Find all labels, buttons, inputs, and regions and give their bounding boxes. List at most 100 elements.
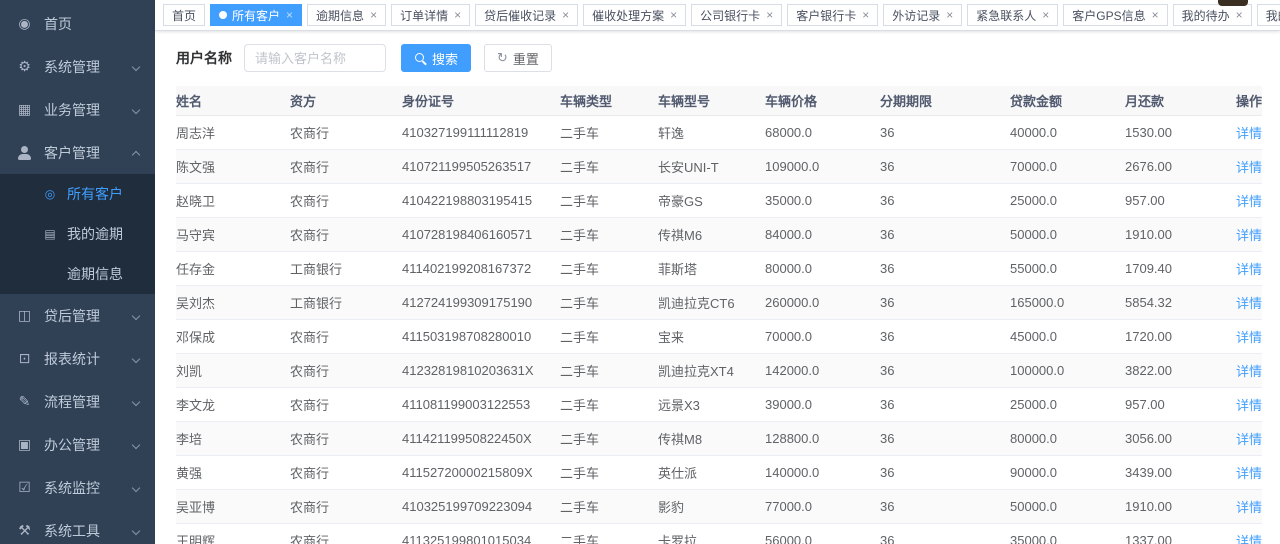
- table-cell: 农商行: [290, 183, 402, 217]
- close-icon[interactable]: ×: [286, 9, 293, 21]
- detail-link[interactable]: 详情: [1236, 432, 1262, 447]
- table-cell: 50000.0: [1010, 489, 1125, 523]
- table-cell: 轩逸: [658, 115, 765, 149]
- table-cell: 35000.0: [765, 183, 880, 217]
- table-cell: 农商行: [290, 217, 402, 251]
- table-cell-action: 详情: [1235, 251, 1262, 285]
- close-icon[interactable]: ×: [454, 9, 461, 21]
- table-cell: 68000.0: [765, 115, 880, 149]
- table-cell: 农商行: [290, 489, 402, 523]
- detail-link[interactable]: 详情: [1236, 194, 1262, 209]
- table-cell: 农商行: [290, 523, 402, 544]
- sidebar-menu-item[interactable]: ◉ 首页: [0, 2, 155, 45]
- sidebar-menu-item[interactable]: ⊡ 报表统计: [0, 337, 155, 380]
- table-cell: 70000.0: [1010, 149, 1125, 183]
- detail-link[interactable]: 详情: [1236, 296, 1262, 311]
- table-cell: 吴亚博: [176, 489, 290, 523]
- table-cell-action: 详情: [1235, 455, 1262, 489]
- table-cell: 41152720000215809X: [402, 455, 560, 489]
- tab[interactable]: 客户GPS信息 ×: [1063, 4, 1167, 26]
- sidebar-submenu-item[interactable]: ◎ 所有客户: [0, 174, 155, 214]
- tab[interactable]: 所有客户 ×: [210, 4, 302, 26]
- table-cell: 1709.40: [1125, 251, 1235, 285]
- detail-link[interactable]: 详情: [1236, 398, 1262, 413]
- tab[interactable]: 贷后催收记录 ×: [475, 4, 578, 26]
- close-icon[interactable]: ×: [670, 9, 677, 21]
- table-cell: 3439.00: [1125, 455, 1235, 489]
- tab[interactable]: 催收处理方案 ×: [583, 4, 686, 26]
- table-cell: 任存金: [176, 251, 290, 285]
- detail-link[interactable]: 详情: [1236, 364, 1262, 379]
- sidebar-menu-item[interactable]: 客户管理: [0, 131, 155, 174]
- submenu-item-label: 我的逾期: [67, 224, 155, 244]
- close-icon[interactable]: ×: [1236, 9, 1243, 21]
- detail-link[interactable]: 详情: [1236, 330, 1262, 345]
- tab[interactable]: 逾期信息 ×: [307, 4, 386, 26]
- detail-link[interactable]: 详情: [1236, 126, 1262, 141]
- tab[interactable]: 紧急联系人 ×: [967, 4, 1058, 26]
- sidebar-menu-item[interactable]: ☑ 系统监控: [0, 466, 155, 509]
- tab[interactable]: 首页: [163, 4, 205, 26]
- tab[interactable]: 我的流程 ×: [1257, 4, 1280, 26]
- detail-link[interactable]: 详情: [1236, 466, 1262, 481]
- table-cell: 卡罗拉: [658, 523, 765, 544]
- detail-link[interactable]: 详情: [1236, 262, 1262, 277]
- table-cell: 3056.00: [1125, 421, 1235, 455]
- table-cell: 41232819810203631X: [402, 353, 560, 387]
- tags-view: 首页 所有客户 × 逾期信息 × 订单详情 × 贷后催收记录 × 催收处理方案 …: [155, 0, 1280, 31]
- tab[interactable]: 我的待办 ×: [1173, 4, 1252, 26]
- table-cell: 36: [880, 387, 1010, 421]
- close-icon[interactable]: ×: [862, 9, 869, 21]
- tab[interactable]: 客户银行卡 ×: [787, 4, 878, 26]
- sidebar-submenu-item[interactable]: 逾期信息: [0, 254, 155, 294]
- column-header: 车辆类型: [560, 86, 658, 115]
- sidebar-menu-item[interactable]: ⚙ 系统管理: [0, 45, 155, 88]
- submenu-item-label: 所有客户: [67, 184, 155, 204]
- tab-label: 外访记录: [892, 7, 940, 24]
- table-cell: 二手车: [560, 251, 658, 285]
- detail-link[interactable]: 详情: [1236, 500, 1262, 515]
- chevron-down-icon: [132, 397, 140, 405]
- table-row: 陈文强农商行410721199505263517二手车长安UNI-T109000…: [176, 149, 1262, 183]
- table-cell-action: 详情: [1235, 183, 1262, 217]
- table-cell: 马守宾: [176, 217, 290, 251]
- table-cell: 56000.0: [765, 523, 880, 544]
- table-cell: 刘凯: [176, 353, 290, 387]
- detail-link[interactable]: 详情: [1236, 228, 1262, 243]
- close-icon[interactable]: ×: [766, 9, 773, 21]
- table-cell: 5854.32: [1125, 285, 1235, 319]
- column-header: 分期期限: [880, 86, 1010, 115]
- tab-label: 逾期信息: [316, 7, 364, 24]
- close-icon[interactable]: ×: [946, 9, 953, 21]
- search-button[interactable]: 搜索: [401, 44, 471, 72]
- search-field-label: 用户名称: [176, 48, 232, 68]
- sidebar-submenu-item[interactable]: ▤ 我的逾期: [0, 214, 155, 254]
- close-icon[interactable]: ×: [370, 9, 377, 21]
- table-cell: 100000.0: [1010, 353, 1125, 387]
- tab[interactable]: 公司银行卡 ×: [691, 4, 782, 26]
- detail-link[interactable]: 详情: [1236, 160, 1262, 175]
- sidebar-menu: ◉ 首页 ⚙ 系统管理 ▦ 业务管理 客户管理 ◎ 所有客户 ▤ 我的逾期 逾期…: [0, 2, 155, 544]
- detail-link[interactable]: 详情: [1236, 534, 1262, 544]
- table-cell: 二手车: [560, 489, 658, 523]
- table-cell-action: 详情: [1235, 353, 1262, 387]
- search-input[interactable]: [244, 44, 386, 72]
- close-icon[interactable]: ×: [562, 9, 569, 21]
- table-cell: 41142119950822450X: [402, 421, 560, 455]
- table-cell: 35000.0: [1010, 523, 1125, 544]
- table-cell: 远景X3: [658, 387, 765, 421]
- close-icon[interactable]: ×: [1042, 9, 1049, 21]
- sidebar-menu-item[interactable]: ✎ 流程管理: [0, 380, 155, 423]
- table-cell: 农商行: [290, 353, 402, 387]
- tab[interactable]: 外访记录 ×: [883, 4, 962, 26]
- sidebar-menu-item[interactable]: ⚒ 系统工具: [0, 509, 155, 544]
- close-icon[interactable]: ×: [1152, 9, 1159, 21]
- sidebar-menu-item[interactable]: ▦ 业务管理: [0, 88, 155, 131]
- table-cell: 凯迪拉克XT4: [658, 353, 765, 387]
- table-cell: 2676.00: [1125, 149, 1235, 183]
- sidebar-menu-item[interactable]: ◫ 贷后管理: [0, 294, 155, 337]
- table-cell-action: 详情: [1235, 319, 1262, 353]
- tab[interactable]: 订单详情 ×: [391, 4, 470, 26]
- sidebar-menu-item[interactable]: ▣ 办公管理: [0, 423, 155, 466]
- reset-button[interactable]: ↻ 重置: [484, 44, 552, 72]
